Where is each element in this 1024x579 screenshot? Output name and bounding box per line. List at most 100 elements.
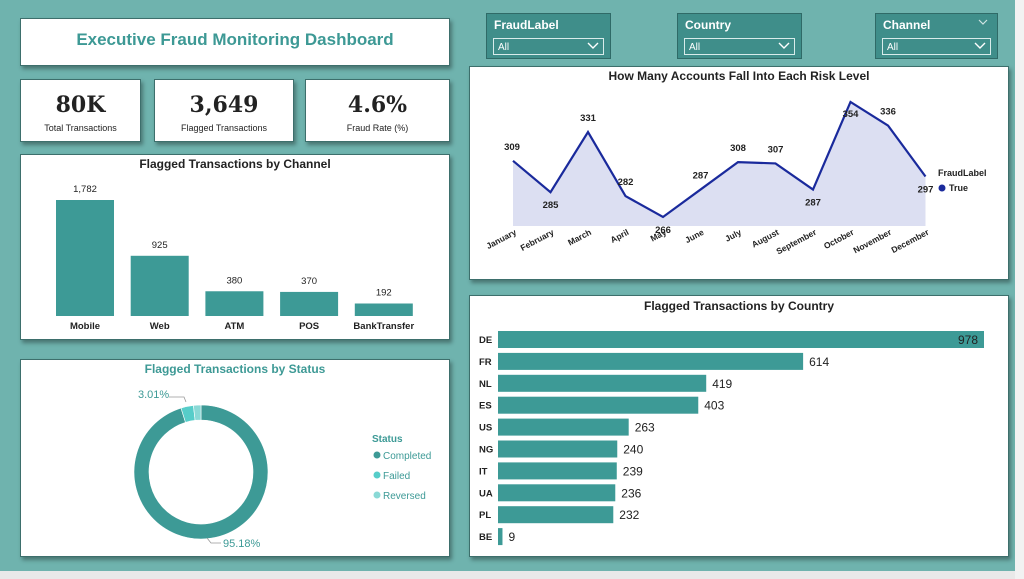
legend-marker: [373, 491, 381, 499]
channel-chart-panel: Flagged Transactions by Channel 1,782 Mob…: [20, 154, 450, 340]
chevron-down-icon: [978, 19, 988, 25]
data-label: 1,782: [73, 184, 97, 195]
kpi-label: Fraud Rate (%): [346, 123, 409, 133]
legend-label: True: [949, 183, 968, 193]
bar: [498, 528, 503, 546]
category-label: NG: [479, 445, 493, 456]
slicer-value: All: [887, 42, 899, 53]
axis-tick-label: January: [484, 227, 518, 251]
data-label: 925: [152, 240, 168, 251]
legend-marker: [938, 184, 946, 192]
bar: [498, 352, 804, 370]
donut-slice: [193, 404, 202, 421]
data-label: 308: [730, 143, 746, 154]
country-bar-chart: DE 978 FR 614 NL 419 ES 403 US 263 NG 240 IT 239 UA 236…: [479, 331, 984, 546]
category-label: US: [479, 423, 492, 434]
axis-tick-label: April: [609, 227, 631, 245]
category-label: POS: [299, 321, 319, 332]
category-label: FR: [479, 357, 492, 368]
data-label: 9: [508, 530, 515, 544]
bar: [354, 303, 413, 316]
title-card: Executive Fraud Monitoring Dashboard: [20, 18, 450, 66]
legend-marker: [373, 451, 381, 459]
data-label: 287: [805, 198, 821, 209]
data-label: 282: [618, 177, 634, 188]
slicer-dropdown[interactable]: All: [684, 38, 795, 55]
chevron-down-icon: [974, 42, 986, 49]
right-scrollbar[interactable]: [1015, 0, 1024, 579]
slice-label: 3.01%: [138, 389, 169, 401]
legend-label: Failed: [383, 471, 410, 482]
kpi-label: Flagged Transactions: [180, 123, 268, 133]
axis-tick-label: November: [852, 227, 894, 256]
data-label: 978: [958, 333, 978, 347]
status-chart-panel: Flagged Transactions by Status 3.01% 95.1…: [20, 359, 450, 557]
bar: [130, 255, 189, 316]
kpi-value: 3,649: [189, 92, 259, 118]
axis-tick-label: September: [774, 227, 818, 257]
category-label: PL: [479, 510, 491, 521]
axis-tick-label: June: [683, 227, 705, 245]
chevron-down-icon: [587, 42, 599, 49]
bar: [498, 440, 618, 458]
slicer-channel[interactable]: Channel All: [875, 13, 998, 59]
slicer-country[interactable]: Country All: [677, 13, 802, 59]
category-label: Mobile: [70, 321, 100, 332]
data-label: 336: [880, 107, 896, 118]
kpi-label: Total Transactions: [44, 123, 117, 133]
data-label: 285: [543, 200, 560, 211]
kpi-flagged-transactions: 3,649 Flagged Transactions: [154, 79, 294, 142]
category-label: BE: [479, 532, 492, 543]
slice-label: 95.18%: [223, 538, 261, 550]
data-label: 240: [623, 443, 643, 457]
category-label: IT: [479, 466, 488, 477]
category-label: NL: [479, 379, 492, 390]
data-label: 287: [693, 171, 709, 182]
slicer-dropdown[interactable]: All: [882, 38, 991, 55]
bottom-scrollbar[interactable]: [0, 571, 1024, 579]
legend-title: FraudLabel: [938, 168, 987, 178]
bar: [498, 418, 629, 436]
bar: [498, 484, 616, 502]
bar: [498, 331, 984, 348]
bar: [498, 462, 617, 480]
legend-marker: [373, 471, 381, 479]
status-donut-chart: 3.01% 95.18% Status Completed Failed Reversed: [133, 389, 431, 550]
donut-slice: [133, 404, 269, 540]
category-label: BankTransfer: [353, 321, 414, 332]
bar: [280, 291, 339, 316]
slicer-fraudlabel[interactable]: FraudLabel All: [486, 13, 611, 59]
kpi-total-transactions: 80K Total Transactions: [20, 79, 141, 142]
country-chart-panel: Flagged Transactions by Country DE 978 FR 6…: [469, 295, 1009, 557]
category-label: ATM: [224, 321, 244, 332]
axis-tick-label: December: [889, 227, 931, 255]
legend-title: Status: [372, 434, 403, 445]
axis-tick-label: July: [723, 227, 743, 244]
axis-tick-label: February: [519, 227, 556, 253]
kpi-value: 4.6%: [347, 92, 408, 118]
data-label: 419: [712, 377, 732, 391]
data-label: 239: [623, 464, 643, 478]
chevron-down-icon: [778, 42, 790, 49]
kpi-value: 80K: [55, 92, 106, 118]
legend-label: Reversed: [383, 491, 426, 502]
slicer-value: All: [689, 42, 701, 53]
data-label: 263: [635, 421, 655, 435]
data-label: 354: [843, 109, 860, 120]
leader-line: [169, 396, 187, 403]
slicer-label: Country: [685, 18, 731, 32]
category-label: UA: [479, 488, 493, 499]
slicer-value: All: [498, 42, 510, 53]
bar: [205, 291, 264, 316]
series-area: [513, 102, 926, 226]
slicer-label: FraudLabel: [494, 18, 559, 32]
bar: [498, 506, 614, 524]
legend-label: Completed: [383, 451, 431, 462]
data-label: 380: [226, 275, 242, 286]
axis-tick-label: March: [566, 227, 593, 248]
data-label: 232: [619, 508, 639, 522]
slicer-dropdown[interactable]: All: [493, 38, 604, 55]
page-title: Executive Fraud Monitoring Dashboard: [76, 30, 394, 49]
data-label: 403: [704, 399, 724, 413]
kpi-fraud-rate: 4.6% Fraud Rate (%): [305, 79, 450, 142]
